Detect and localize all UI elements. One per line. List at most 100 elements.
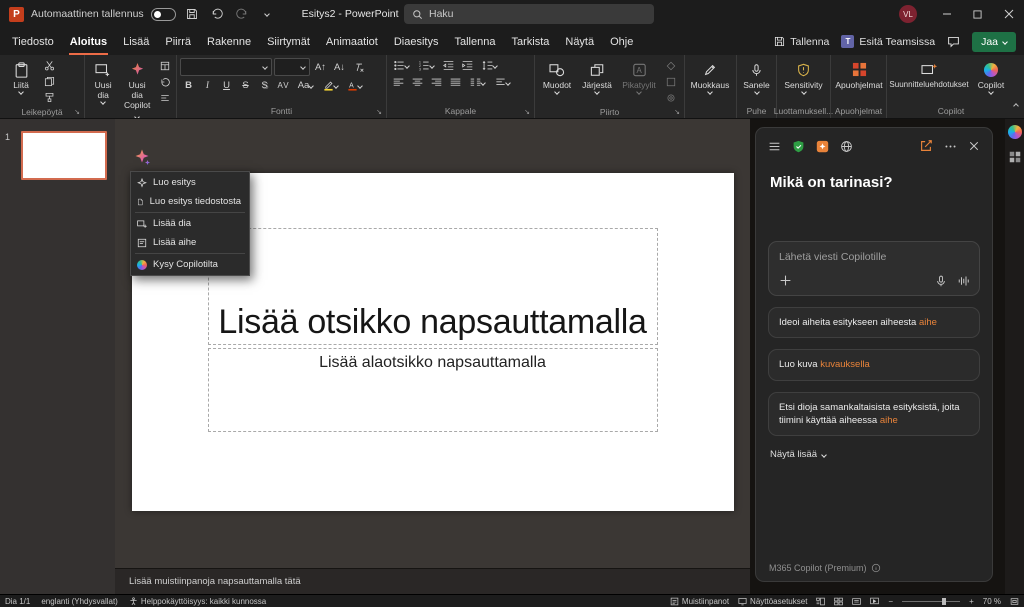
dialog-launcher-icon[interactable]: ↘ <box>674 109 680 116</box>
zoom-out-button[interactable]: − <box>888 597 893 606</box>
fit-to-window-button[interactable] <box>1010 597 1019 606</box>
minimize-button[interactable] <box>931 0 962 28</box>
text-direction-button[interactable] <box>491 75 514 90</box>
zoom-slider[interactable] <box>902 601 960 602</box>
font-size-combo[interactable] <box>274 58 310 76</box>
more-options-icon[interactable] <box>944 140 957 153</box>
tab-animaatiot[interactable]: Animaatiot <box>318 28 386 55</box>
clear-formatting-button[interactable] <box>350 60 367 75</box>
save-icon[interactable] <box>183 4 201 24</box>
format-painter-button[interactable] <box>41 90 58 105</box>
tab-lisaa[interactable]: Lisää <box>115 28 157 55</box>
highlight-color-button[interactable] <box>319 78 341 93</box>
accessibility-button[interactable]: Helppokäyttöisyys: kaikki kunnossa <box>129 597 266 606</box>
suggestion-chip[interactable]: Etsi dioja samankaltaisista esityksistä,… <box>768 392 980 437</box>
title-placeholder[interactable]: Lisää otsikko napsauttamalla <box>208 228 658 345</box>
show-more-button[interactable]: Näytä lisää <box>770 449 978 460</box>
reset-slide-button[interactable] <box>156 74 173 89</box>
menu-item-create-from-file[interactable]: Luo esitys tiedostosta <box>131 192 249 211</box>
language-button[interactable]: englanti (Yhdysvallat) <box>41 597 117 606</box>
character-spacing-button[interactable]: AV <box>275 78 292 93</box>
copy-button[interactable] <box>41 74 58 89</box>
bullets-button[interactable] <box>390 58 413 73</box>
comments-button[interactable] <box>947 35 960 48</box>
suggestion-chip[interactable]: Luo kuva kuvauksella <box>768 349 980 380</box>
copilot-app-icon[interactable] <box>816 140 829 153</box>
increase-indent-button[interactable] <box>459 58 476 73</box>
grow-font-button[interactable]: A↑ <box>312 60 329 75</box>
voice-waveform-icon[interactable] <box>957 275 969 287</box>
web-globe-icon[interactable] <box>840 140 853 153</box>
tab-siirtymat[interactable]: Siirtymät <box>259 28 318 55</box>
zoom-in-button[interactable]: + <box>969 597 974 606</box>
close-panel-icon[interactable] <box>968 140 980 152</box>
zoom-slider-knob[interactable] <box>942 598 946 605</box>
decrease-indent-button[interactable] <box>440 58 457 73</box>
dialog-launcher-icon[interactable]: ↘ <box>524 109 530 116</box>
share-button[interactable]: Jaa <box>972 32 1016 52</box>
close-button[interactable] <box>993 0 1024 28</box>
shrink-font-button[interactable]: A↓ <box>331 60 348 75</box>
paste-button[interactable]: Liitä <box>3 58 39 105</box>
numbering-button[interactable]: 123 <box>415 58 438 73</box>
microphone-icon[interactable] <box>935 275 947 287</box>
menu-item-create-presentation[interactable]: Luo esitys <box>131 173 249 192</box>
tab-ohje[interactable]: Ohje <box>602 28 641 55</box>
section-button[interactable] <box>156 90 173 105</box>
redo-icon[interactable] <box>233 4 251 24</box>
font-name-combo[interactable] <box>180 58 272 76</box>
editing-button[interactable]: Muokkaus <box>688 58 732 103</box>
tab-aloitus[interactable]: Aloitus <box>62 28 115 55</box>
design-ideas-button[interactable]: Suunnitteluehdotukset <box>890 58 968 103</box>
zoom-level[interactable]: 70 % <box>983 597 1001 606</box>
normal-view-button[interactable] <box>816 597 825 606</box>
change-case-button[interactable]: Aa <box>294 78 317 93</box>
dictate-button[interactable]: Sanele <box>740 58 773 103</box>
menu-item-add-topic[interactable]: Lisää aihe <box>131 233 249 252</box>
text-shadow-button[interactable]: S <box>256 78 273 93</box>
attach-plus-icon[interactable] <box>779 274 792 287</box>
subtitle-placeholder[interactable]: Lisää alaotsikko napsauttamalla <box>208 348 658 432</box>
columns-button[interactable] <box>466 75 489 90</box>
layout-button[interactable] <box>156 58 173 73</box>
tab-tiedosto[interactable]: Tiedosto <box>4 28 62 55</box>
tab-diaesitys[interactable]: Diaesitys <box>386 28 447 55</box>
tab-nayta[interactable]: Näytä <box>557 28 602 55</box>
slide-thumbnail[interactable] <box>21 131 107 180</box>
copilot-button[interactable]: Copilot <box>970 58 1012 103</box>
addins-button[interactable]: Apuohjelmat <box>834 58 884 103</box>
copilot-canvas-button[interactable] <box>132 147 152 167</box>
search-input[interactable]: Haku <box>404 4 654 24</box>
info-icon[interactable] <box>871 563 881 573</box>
collapse-ribbon-button[interactable] <box>1014 95 1018 113</box>
menu-item-ask-copilot[interactable]: Kysy Copilotilta <box>131 255 249 274</box>
maximize-button[interactable] <box>962 0 993 28</box>
bold-button[interactable]: B <box>180 78 197 93</box>
align-center-button[interactable] <box>409 75 426 90</box>
customize-toolbar-icon[interactable] <box>258 4 276 24</box>
tab-tallenna[interactable]: Tallenna <box>446 28 503 55</box>
font-color-button[interactable]: A <box>343 78 365 93</box>
dialog-launcher-icon[interactable]: ↘ <box>376 109 382 116</box>
cut-button[interactable] <box>41 58 58 73</box>
underline-button[interactable]: U <box>218 78 235 93</box>
autosave-toggle[interactable] <box>151 8 176 21</box>
notes-pane[interactable]: Lisää muistiinpanoja napsauttamalla tätä <box>115 568 750 594</box>
shape-effects-button[interactable] <box>662 90 679 105</box>
copilot-message-input[interactable]: Lähetä viesti Copilotille <box>768 241 980 296</box>
strikethrough-button[interactable]: S <box>237 78 254 93</box>
dialog-launcher-icon[interactable]: ↘ <box>74 109 80 116</box>
shape-outline-button[interactable] <box>662 74 679 89</box>
menu-icon[interactable] <box>768 140 781 153</box>
undo-icon[interactable] <box>208 4 226 24</box>
reading-view-button[interactable] <box>852 597 861 606</box>
align-right-button[interactable] <box>428 75 445 90</box>
present-in-teams-button[interactable]: T Esitä Teamsissa <box>841 35 935 48</box>
save-command[interactable]: Tallenna <box>774 36 829 48</box>
tab-tarkista[interactable]: Tarkista <box>503 28 557 55</box>
italic-button[interactable]: I <box>199 78 216 93</box>
shapes-button[interactable]: Muodot <box>538 58 576 105</box>
addins-sidebar-icon[interactable] <box>1009 151 1021 163</box>
menu-item-add-slide[interactable]: Lisää dia <box>131 214 249 233</box>
line-spacing-button[interactable] <box>478 58 501 73</box>
